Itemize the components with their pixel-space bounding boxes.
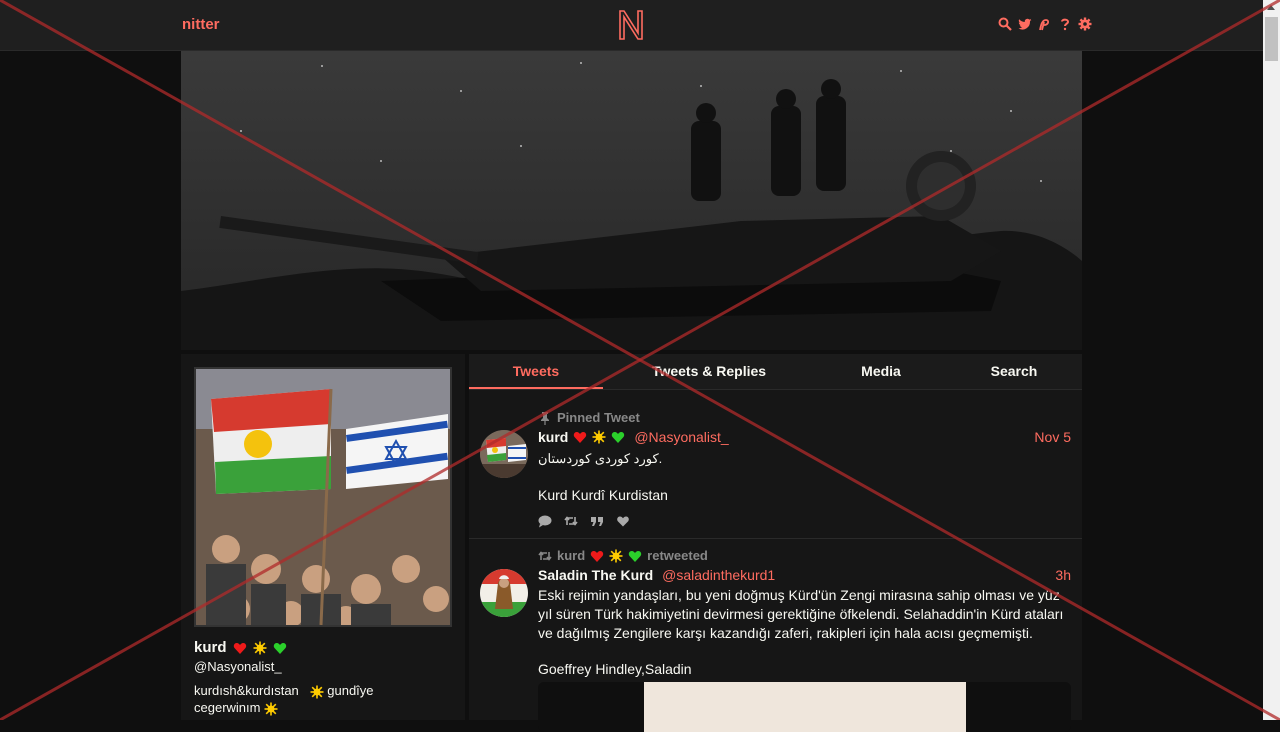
profile-handle[interactable]: @Nasyonalist_ (194, 659, 282, 674)
tweet-attachment[interactable] (538, 682, 1071, 732)
sun-icon (310, 685, 324, 699)
rss-icon[interactable] (1038, 17, 1052, 31)
pin-icon (538, 411, 552, 425)
red-heart-icon (573, 430, 587, 444)
retweet-header: kurd retweeted (538, 548, 708, 563)
sun-icon (253, 641, 267, 655)
like-icon[interactable] (616, 514, 630, 528)
pinned-text: Pinned Tweet (557, 410, 640, 425)
profile-banner[interactable] (181, 51, 1082, 350)
sun-icon (609, 549, 623, 563)
timeline: Tweets Tweets & Replies Media Search Pin… (469, 354, 1082, 732)
scroll-up-arrow[interactable] (1267, 5, 1275, 10)
retweet-label: retweeted (647, 548, 708, 563)
search-icon[interactable] (998, 17, 1012, 31)
tweet-username[interactable]: @Nasyonalist_ (634, 429, 728, 445)
settings-icon[interactable] (1078, 17, 1092, 31)
nitter-logo[interactable] (617, 9, 645, 41)
tab-media[interactable]: Media (841, 363, 921, 379)
tweet-header: Saladin The Kurd @saladinthekurd1 (538, 567, 775, 583)
green-heart-icon (628, 549, 642, 563)
tweet-avatar[interactable] (480, 569, 528, 617)
profile-card: kurd @Nasyonalist_ kurdısh&kurdıstan gun… (181, 354, 465, 720)
tab-tweets[interactable]: Tweets (469, 363, 603, 379)
help-icon[interactable] (1058, 17, 1072, 31)
tweet-avatar[interactable] (480, 430, 528, 478)
profile-name-text: kurd (194, 639, 227, 656)
tweet-text-line: Kurd Kurdî Kurdistan (538, 487, 668, 503)
tab-bar: Tweets Tweets & Replies Media Search (469, 354, 1082, 390)
tweet-text-line: yıl süren Türk hakimiyetini devirmesi ge… (538, 606, 1064, 622)
tweet-fullname[interactable]: kurd (538, 429, 568, 445)
tweet-item[interactable]: Pinned Tweet kurd @Nasyonalist_ Nov 5 کو… (469, 396, 1082, 539)
profile-name: kurd (194, 639, 287, 656)
tweet-text-line: کورد کوردی کوردستان. (538, 451, 663, 466)
quote-icon[interactable] (590, 514, 604, 528)
bio-line-2: gundîye (327, 683, 374, 698)
pinned-label: Pinned Tweet (538, 410, 640, 425)
navbar: nitter (0, 0, 1263, 51)
tweet-username[interactable]: @saladinthekurd1 (662, 567, 775, 583)
profile-avatar[interactable] (194, 367, 452, 627)
tweet-text-line: ve dağılmış Zengilere karşı kazandığı za… (538, 625, 1033, 641)
green-heart-icon (611, 430, 625, 444)
profile-bio: kurdısh&kurdıstan gundîye cegerwinım (194, 682, 454, 716)
tab-tweets-replies[interactable]: Tweets & Replies (639, 363, 779, 379)
active-tab-indicator (469, 387, 603, 389)
reply-icon[interactable] (538, 514, 552, 528)
scroll-thumb[interactable] (1265, 17, 1278, 61)
tab-search[interactable]: Search (974, 363, 1054, 379)
retweet-icon[interactable] (564, 514, 578, 528)
nav-icons (998, 17, 1092, 31)
tweet-header: kurd @Nasyonalist_ (538, 429, 729, 445)
retweet-icon (538, 549, 552, 563)
scrollbar[interactable] (1263, 0, 1280, 720)
bio-line-1: kurdısh&kurdıstan (194, 683, 299, 698)
red-heart-icon (233, 641, 247, 655)
sun-icon (264, 702, 278, 716)
attachment-image[interactable] (644, 682, 966, 732)
twitter-icon[interactable] (1018, 17, 1032, 31)
tweet-text-line: Eski rejimin yandaşları, bu yeni doğmuş … (538, 587, 1060, 603)
brand-link[interactable]: nitter (182, 16, 220, 33)
tweet-fullname[interactable]: Saladin The Kurd (538, 567, 653, 583)
retweeter-name[interactable]: kurd (557, 548, 585, 563)
green-heart-icon (273, 641, 287, 655)
tweet-content: Eski rejimin yandaşları, bu yeni doğmuş … (538, 586, 1068, 679)
tweet-date[interactable]: Nov 5 (1034, 429, 1071, 445)
tweet-content: کورد کوردی کوردستان. Kurd Kurdî Kurdista… (538, 449, 1068, 505)
red-heart-icon (590, 549, 604, 563)
bio-line-3: cegerwinım (194, 700, 261, 715)
tweet-stats (538, 514, 630, 528)
tweet-item[interactable]: kurd retweeted Saladin The Kurd @saladin… (469, 539, 1082, 732)
tweet-date[interactable]: 3h (1055, 567, 1071, 583)
tweet-text-line: Goeffrey Hindley,Saladin (538, 661, 692, 677)
sun-icon (592, 430, 606, 444)
